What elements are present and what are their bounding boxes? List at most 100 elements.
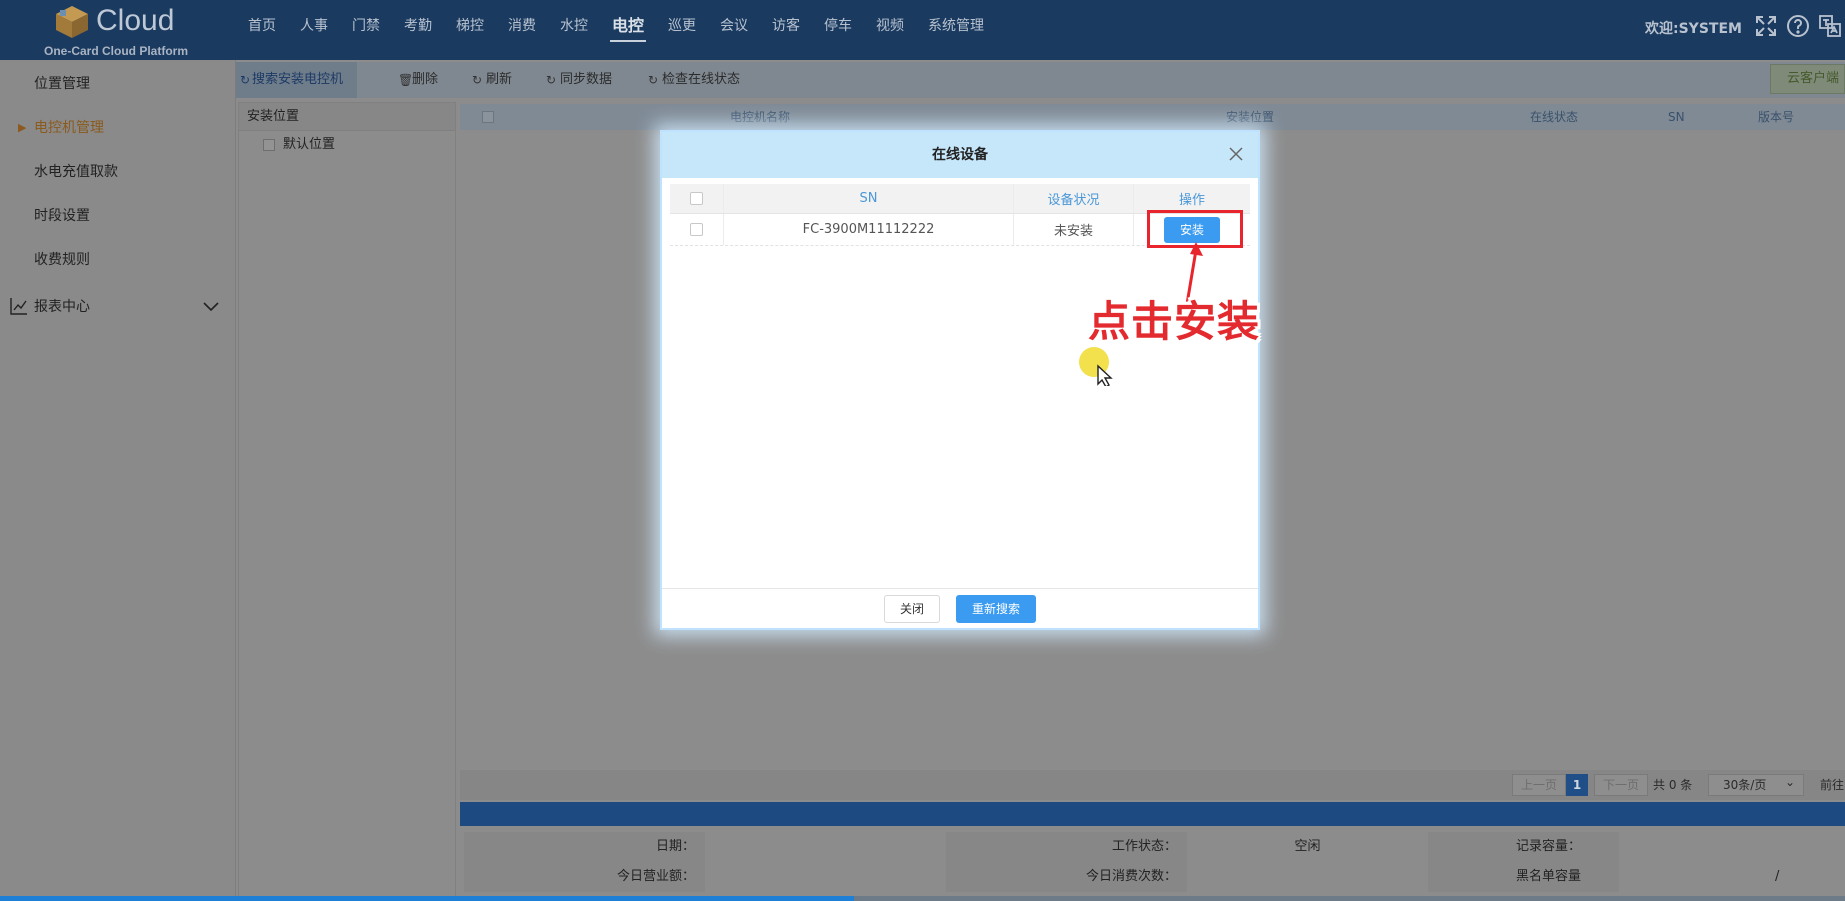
chart-icon: [10, 298, 27, 315]
next-page-button[interactable]: 下一页: [1594, 774, 1649, 796]
column-header[interactable]: 电控机名称: [730, 104, 790, 130]
total-count: 共 0 条: [1653, 778, 1693, 792]
nav-item[interactable]: 首页: [240, 0, 284, 52]
refresh-icon: ↻: [472, 73, 483, 87]
info-label: 今日营业额：: [464, 862, 705, 892]
sidebar-item-meter[interactable]: ▶ 电控机管理: [0, 106, 236, 150]
dialog-title: 在线设备: [662, 132, 1258, 178]
column-header[interactable]: 安装位置: [1226, 104, 1274, 130]
column-header-status[interactable]: 设备状况: [1014, 184, 1134, 213]
main-nav: 首页 人事 门禁 考勤 梯控 消费 水控 电控 巡更 会议 访客 停车 视频 系统管理: [240, 0, 1000, 52]
select-all-cell: [670, 184, 724, 213]
logo[interactable]: Cloud One-Card Cloud Platform: [38, 2, 198, 58]
sidebar-item-fee-rules[interactable]: 收费规则: [0, 238, 236, 282]
sidebar-item-label: 收费规则: [34, 252, 90, 268]
column-header[interactable]: 版本号: [1758, 104, 1794, 130]
device-status: 未安装: [1014, 214, 1134, 245]
row-checkbox[interactable]: [690, 223, 703, 236]
close-icon[interactable]: [1228, 146, 1244, 162]
column-header[interactable]: SN: [1668, 104, 1685, 130]
nav-item[interactable]: 电控: [604, 0, 652, 52]
language-icon[interactable]: [1818, 14, 1842, 38]
tree-node-default[interactable]: 默认位置: [239, 131, 455, 159]
info-value: [705, 832, 946, 862]
nav-item[interactable]: 人事: [292, 0, 336, 52]
sidebar: 位置管理 ▶ 电控机管理 水电充值取款 时段设置 收费规则 报表中心: [0, 60, 236, 901]
mouse-cursor-icon: [1079, 347, 1113, 386]
research-button[interactable]: 重新搜索: [956, 595, 1036, 623]
active-arrow-icon: ▶: [18, 121, 27, 134]
sidebar-item-label: 报表中心: [34, 299, 90, 315]
nav-item[interactable]: 门禁: [344, 0, 388, 52]
sync-data-button[interactable]: ↻ 同步数据: [544, 62, 612, 98]
logo-cube-icon: [56, 6, 88, 38]
select-all-checkbox[interactable]: [482, 111, 494, 123]
nav-item[interactable]: 系统管理: [920, 0, 992, 52]
info-value: [1187, 862, 1428, 892]
refresh-icon: ↻: [240, 73, 251, 87]
trash-icon: 🗑: [398, 73, 414, 87]
device-sn: FC-3900M11112222: [724, 214, 1014, 245]
logo-text: Cloud: [96, 4, 175, 37]
info-row: 日期： 工作状态： 空闲 记录容量：: [464, 832, 1845, 862]
cloud-client-button[interactable]: 云客户端: [1770, 64, 1845, 94]
meter-table-header: 电控机名称 安装位置 在线状态 SN 版本号: [460, 104, 1845, 130]
nav-item[interactable]: 巡更: [660, 0, 704, 52]
nav-item[interactable]: 梯控: [448, 0, 492, 52]
toolbar: ↻ 搜索安装电控机 🗑 删除 ↻ 刷新 ↻ 同步数据 ↻ 检查在线状态: [236, 62, 1845, 98]
info-label: 黑名单容量: [1428, 862, 1619, 892]
info-row: 今日营业额： 今日消费次数： 黑名单容量 /: [464, 862, 1845, 892]
nav-item[interactable]: 会议: [712, 0, 756, 52]
column-header[interactable]: 在线状态: [1530, 104, 1578, 130]
tree-title: 安装位置: [239, 103, 455, 131]
select-all-checkbox[interactable]: [690, 192, 703, 205]
sidebar-item-label: 时段设置: [34, 208, 90, 224]
tree-checkbox[interactable]: [263, 139, 275, 151]
nav-item[interactable]: 消费: [500, 0, 544, 52]
button-label: 删除: [412, 72, 439, 87]
info-label: 今日消费次数：: [946, 862, 1187, 892]
info-value: 空闲: [1187, 832, 1428, 862]
sidebar-item-location[interactable]: 位置管理: [0, 62, 236, 106]
button-label: 搜索安装电控机: [252, 72, 344, 87]
top-header: Cloud One-Card Cloud Platform 首页 人事 门禁 考勤 梯控…: [0, 0, 1845, 60]
help-icon[interactable]: [1786, 14, 1810, 38]
nav-item[interactable]: 视频: [868, 0, 912, 52]
annotation-text: 点击安装: [1088, 297, 1261, 346]
sidebar-item-report[interactable]: 报表中心: [0, 285, 236, 329]
nav-item[interactable]: 水控: [552, 0, 596, 52]
status-strip: [460, 802, 1845, 826]
search-install-button[interactable]: ↻ 搜索安装电控机: [236, 62, 358, 98]
sidebar-item-label: 水电充值取款: [34, 164, 118, 180]
video-progress-bar[interactable]: [0, 896, 1845, 901]
pagination: 上一页 1 下一页 共 0 条 30条/页 前往: [460, 770, 1845, 800]
page-size-select[interactable]: 30条/页: [1708, 772, 1804, 796]
refresh-button[interactable]: ↻ 刷新: [470, 62, 512, 98]
nav-item[interactable]: 访客: [764, 0, 808, 52]
delete-button[interactable]: 🗑 删除: [396, 62, 438, 98]
prev-page-button[interactable]: 上一页: [1512, 774, 1567, 796]
sidebar-item-label: 位置管理: [34, 76, 90, 92]
dialog-footer: 关闭 重新搜索: [662, 588, 1258, 628]
close-button[interactable]: 关闭: [884, 595, 940, 623]
chevron-down-icon[interactable]: [202, 297, 220, 315]
sidebar-item-recharge[interactable]: 水电充值取款: [0, 150, 236, 194]
tree-node-label: 默认位置: [283, 137, 336, 152]
refresh-icon: ↻: [546, 73, 557, 87]
refresh-icon: ↻: [648, 73, 659, 87]
nav-item[interactable]: 停车: [816, 0, 860, 52]
fullscreen-icon[interactable]: [1754, 14, 1778, 38]
info-label: 记录容量：: [1428, 832, 1619, 862]
device-info-grid: 日期： 工作状态： 空闲 记录容量： 今日营业额： 今日消费次数： 黑名单容量 …: [464, 832, 1845, 894]
info-value: [705, 862, 946, 892]
page-number[interactable]: 1: [1566, 774, 1588, 796]
nav-item[interactable]: 考勤: [396, 0, 440, 52]
online-devices-dialog: 在线设备 SN 设备状况 操作 FC-3900M11112222 未安装 安装 …: [660, 130, 1260, 630]
column-header-action[interactable]: 操作: [1134, 184, 1250, 213]
sidebar-item-label: 电控机管理: [34, 120, 104, 136]
goto-label: 前往: [1820, 778, 1845, 792]
sidebar-item-timeslot[interactable]: 时段设置: [0, 194, 236, 238]
button-label: 刷新: [486, 72, 513, 87]
column-header-sn[interactable]: SN: [724, 184, 1014, 213]
check-online-button[interactable]: ↻ 检查在线状态: [646, 62, 740, 98]
